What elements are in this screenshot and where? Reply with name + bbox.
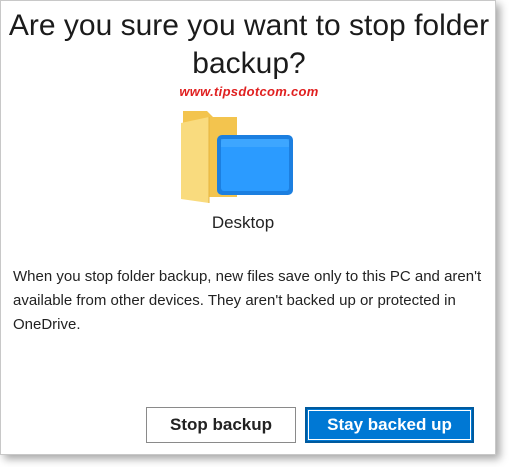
watermark-text: www.tipsdotcom.com [179,84,319,99]
dialog-message: When you stop folder backup, new files s… [13,268,482,333]
desktop-folder-icon [179,107,299,203]
folder-label: Desktop [211,213,275,232]
dialog-title: Are you sure you want to stop folder bac… [8,9,490,80]
stop-backup-button[interactable]: Stop backup [146,407,296,443]
stop-backup-dialog: Are you sure you want to stop folder bac… [0,0,496,455]
stay-backed-up-button[interactable]: Stay backed up [305,407,474,443]
